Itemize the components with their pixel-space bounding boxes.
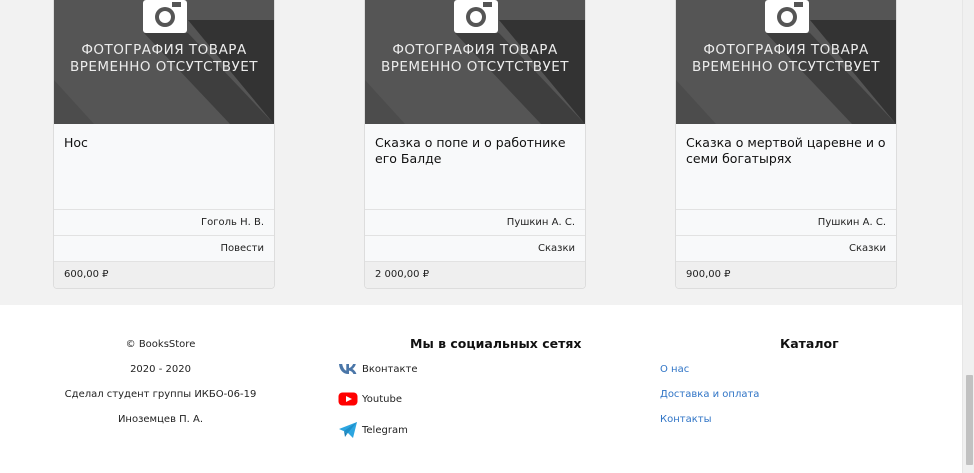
footer-author: Иноземцев П. А. bbox=[117, 414, 204, 425]
social-link-label: Youtube bbox=[362, 393, 402, 405]
placeholder-caption: ФОТОГРАФИЯ ТОВАРА ВРЕМЕННО ОТСУТСТВУЕТ bbox=[54, 42, 274, 76]
product-title[interactable]: Сказка о попе и о работнике его Балде bbox=[375, 135, 575, 167]
placeholder-line-2: ВРЕМЕННО ОТСУТСТВУЕТ bbox=[691, 59, 881, 75]
catalog-link-contacts[interactable]: Контакты bbox=[660, 413, 711, 427]
product-card-body: Нос bbox=[54, 124, 274, 210]
product-author: Гоголь Н. В. bbox=[54, 210, 274, 236]
product-card[interactable]: ФОТОГРАФИЯ ТОВАРА ВРЕМЕННО ОТСУТСТВУЕТ С… bbox=[675, 0, 897, 289]
product-image-placeholder: ФОТОГРАФИЯ ТОВАРА ВРЕМЕННО ОТСУТСТВУЕТ bbox=[54, 0, 274, 124]
product-price: 900,00 ₽ bbox=[676, 262, 896, 288]
placeholder-line-1: ФОТОГРАФИЯ ТОВАРА bbox=[392, 42, 558, 58]
product-genre: Сказки bbox=[365, 236, 585, 262]
catalog-link-about[interactable]: О нас bbox=[660, 363, 689, 377]
product-genre: Повести bbox=[54, 236, 274, 262]
camera-icon bbox=[454, 0, 498, 33]
product-title[interactable]: Нос bbox=[64, 135, 264, 151]
products-section: ФОТОГРАФИЯ ТОВАРА ВРЕМЕННО ОТСУТСТВУЕТ Н… bbox=[0, 0, 962, 305]
social-link-label: Telegram bbox=[362, 424, 408, 436]
product-card[interactable]: ФОТОГРАФИЯ ТОВАРА ВРЕМЕННО ОТСУТСТВУЕТ С… bbox=[364, 0, 586, 289]
catalog-link-delivery[interactable]: Доставка и оплата bbox=[660, 388, 759, 402]
placeholder-line-1: ФОТОГРАФИЯ ТОВАРА bbox=[81, 42, 247, 58]
footer-years: 2020 - 2020 bbox=[130, 364, 191, 375]
catalog-heading: Каталог bbox=[780, 336, 839, 351]
vertical-scrollbar[interactable] bbox=[962, 0, 974, 473]
product-title[interactable]: Сказка о мертвой царевне и о семи богаты… bbox=[686, 135, 886, 167]
footer-copyright: © BooksStore bbox=[125, 339, 196, 350]
product-card[interactable]: ФОТОГРАФИЯ ТОВАРА ВРЕМЕННО ОТСУТСТВУЕТ Н… bbox=[53, 0, 275, 289]
site-footer: © BooksStore 2020 - 2020 Сделал студент … bbox=[0, 305, 962, 473]
page: ФОТОГРАФИЯ ТОВАРА ВРЕМЕННО ОТСУТСТВУЕТ Н… bbox=[0, 0, 962, 473]
youtube-icon bbox=[338, 389, 358, 409]
social-heading: Мы в социальных сетях bbox=[410, 336, 582, 351]
product-author: Пушкин А. С. bbox=[365, 210, 585, 236]
social-link-vk[interactable]: Вконтакте bbox=[338, 359, 418, 379]
placeholder-line-1: ФОТОГРАФИЯ ТОВАРА bbox=[703, 42, 869, 58]
footer-made-by: Сделал студент группы ИКБО-06-19 bbox=[64, 389, 257, 400]
placeholder-line-2: ВРЕМЕННО ОТСУТСТВУЕТ bbox=[69, 59, 259, 75]
placeholder-caption: ФОТОГРАФИЯ ТОВАРА ВРЕМЕННО ОТСУТСТВУЕТ bbox=[365, 42, 585, 76]
product-image-placeholder: ФОТОГРАФИЯ ТОВАРА ВРЕМЕННО ОТСУТСТВУЕТ bbox=[676, 0, 896, 124]
product-card-body: Сказка о мертвой царевне и о семи богаты… bbox=[676, 124, 896, 210]
camera-icon bbox=[765, 0, 809, 33]
vk-icon bbox=[338, 359, 358, 379]
product-card-body: Сказка о попе и о работнике его Балде bbox=[365, 124, 585, 210]
product-price: 600,00 ₽ bbox=[54, 262, 274, 288]
social-link-telegram[interactable]: Telegram bbox=[338, 420, 408, 440]
social-link-label: Вконтакте bbox=[362, 363, 418, 375]
product-genre: Сказки bbox=[676, 236, 896, 262]
product-price: 2 000,00 ₽ bbox=[365, 262, 585, 288]
placeholder-line-2: ВРЕМЕННО ОТСУТСТВУЕТ bbox=[380, 59, 570, 75]
telegram-icon bbox=[338, 420, 358, 440]
product-image-placeholder: ФОТОГРАФИЯ ТОВАРА ВРЕМЕННО ОТСУТСТВУЕТ bbox=[365, 0, 585, 124]
scrollbar-thumb[interactable] bbox=[966, 375, 973, 465]
social-link-youtube[interactable]: Youtube bbox=[338, 389, 402, 409]
product-author: Пушкин А. С. bbox=[676, 210, 896, 236]
camera-icon bbox=[143, 0, 187, 33]
placeholder-caption: ФОТОГРАФИЯ ТОВАРА ВРЕМЕННО ОТСУТСТВУЕТ bbox=[676, 42, 896, 76]
